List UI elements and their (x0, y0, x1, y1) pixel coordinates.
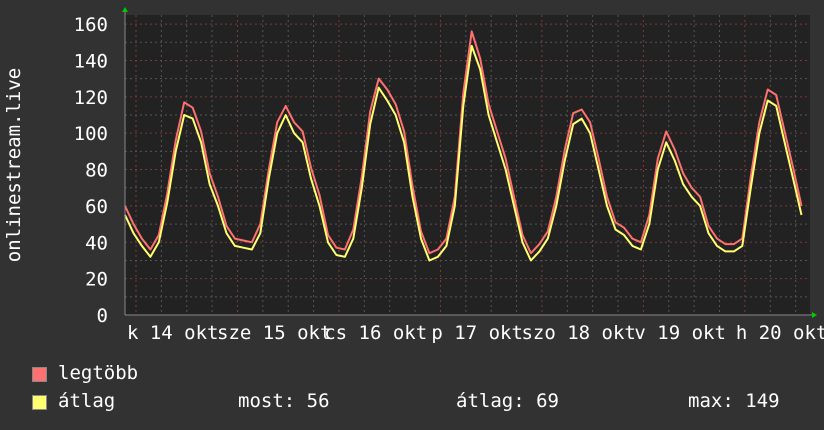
y-tick-label: 140 (74, 50, 108, 72)
y-tick-label: 40 (85, 232, 108, 254)
y-tick-label: 0 (97, 305, 108, 327)
y-tick-label: 120 (74, 87, 108, 109)
stat-max: max: 149 (688, 390, 780, 412)
x-tick-label: sze 15 okt (217, 322, 331, 344)
y-tick-label: 80 (85, 160, 108, 182)
y-tick-label: 100 (74, 123, 108, 145)
x-tick-label: h 20 okt (736, 322, 824, 344)
x-tick-label: p 17 okt (431, 322, 523, 344)
y-tick-label: 60 (85, 196, 108, 218)
x-tick-label: szo 18 okt (521, 322, 635, 344)
x-tick-label: cs 16 okt (324, 322, 427, 344)
legend-label-avg: átlag (58, 390, 116, 412)
y-axis-label: onlinestream.live (3, 68, 25, 262)
legend-swatch-avg (32, 395, 47, 410)
x-tick-label: v 19 okt (634, 322, 726, 344)
stat-average: átlag: 69 (456, 390, 559, 412)
stat-now: most: 56 (238, 390, 330, 412)
legend-label-max: legtöbb (58, 362, 139, 384)
legend-swatch-max (32, 367, 47, 382)
y-tick-label: 160 (74, 14, 108, 36)
y-tick-label: 20 (85, 269, 108, 291)
x-tick-label: k 14 okt (127, 322, 219, 344)
x-axis-arrow-icon (812, 312, 817, 318)
y-axis-arrow-icon (122, 7, 128, 12)
